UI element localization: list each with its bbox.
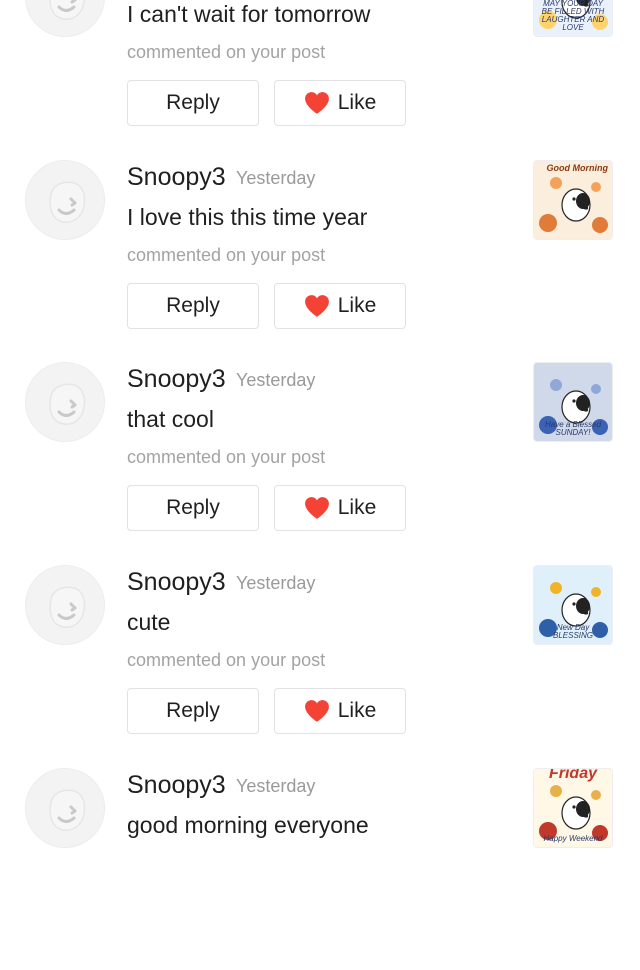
- post-thumbnail[interactable]: Have a Blessed SUNDAY!: [533, 362, 613, 443]
- thumbnail-caption: Happy Weekend: [543, 833, 603, 843]
- comment-text: that cool: [127, 406, 214, 433]
- comment-notification[interactable]: I can't wait for tomorrow commented on y…: [0, 0, 640, 160]
- comment-notification[interactable]: Snoopy3 Yesterday that cool commented on…: [0, 362, 640, 565]
- avatar[interactable]: [25, 565, 105, 646]
- heart-icon: [304, 294, 329, 317]
- comment-text: I can't wait for tomorrow: [127, 1, 371, 27]
- avatar[interactable]: [25, 0, 105, 37]
- like-button[interactable]: Like: [274, 282, 406, 329]
- comment-text: I love this this time year: [127, 203, 368, 230]
- notification-meta: commented on your post: [127, 244, 326, 265]
- heart-icon: [304, 92, 329, 114]
- heart-icon: [304, 497, 329, 520]
- post-thumbnail[interactable]: Good Morning: [533, 159, 613, 240]
- comment-text: cute: [127, 609, 171, 636]
- timestamp: Yesterday: [236, 775, 316, 796]
- reply-button[interactable]: Reply: [127, 80, 259, 126]
- reply-button[interactable]: Reply: [127, 485, 259, 532]
- notification-meta: commented on your post: [127, 447, 326, 468]
- avatar[interactable]: [25, 767, 105, 848]
- like-button[interactable]: Like: [274, 80, 406, 126]
- reply-label: Reply: [166, 91, 220, 114]
- notification-feed: I can't wait for tomorrow commented on y…: [0, 0, 640, 970]
- thumbnail-title: Friday: [548, 767, 597, 782]
- avatar[interactable]: [25, 159, 105, 240]
- post-thumbnail[interactable]: New Day BLESSING: [533, 565, 613, 646]
- reply-button[interactable]: Reply: [127, 282, 259, 329]
- comment-text: good morning everyone: [127, 811, 369, 838]
- like-label: Like: [337, 699, 377, 723]
- notification-meta: commented on your post: [127, 650, 326, 671]
- timestamp: Yesterday: [236, 167, 316, 188]
- timestamp: Yesterday: [236, 573, 316, 594]
- thumbnail-caption: New Day BLESSING: [552, 623, 593, 641]
- post-thumbnail[interactable]: MAY YOUR DAY BE FILLED WITH LAUGHTER AND…: [533, 0, 613, 37]
- post-thumbnail[interactable]: Friday Happy Weekend: [533, 767, 613, 848]
- notification-meta: commented on your post: [127, 42, 326, 62]
- like-label: Like: [337, 293, 377, 317]
- comment-notification[interactable]: Snoopy3 Yesterday cute commented on your…: [0, 565, 640, 768]
- thumbnail-caption: Have a Blessed SUNDAY!: [544, 420, 602, 438]
- thumbnail-title: Good Morning: [546, 162, 608, 173]
- timestamp: Yesterday: [236, 370, 316, 391]
- username[interactable]: Snoopy3: [127, 568, 226, 597]
- username[interactable]: Snoopy3: [127, 771, 226, 800]
- like-label: Like: [337, 91, 377, 114]
- like-button[interactable]: Like: [274, 485, 406, 532]
- reply-label: Reply: [166, 496, 220, 520]
- like-label: Like: [337, 496, 377, 520]
- username[interactable]: Snoopy3: [127, 163, 226, 192]
- thumbnail-caption: MAY YOUR DAY BE FILLED WITH LAUGHTER AND…: [541, 0, 605, 32]
- comment-notification[interactable]: Snoopy3 Yesterday I love this this time …: [0, 159, 640, 363]
- username[interactable]: Snoopy3: [127, 365, 226, 394]
- reply-button[interactable]: Reply: [127, 688, 259, 735]
- heart-icon: [304, 700, 329, 722]
- reply-label: Reply: [166, 699, 220, 723]
- avatar[interactable]: [25, 362, 105, 443]
- like-button[interactable]: Like: [274, 688, 406, 735]
- reply-label: Reply: [166, 293, 220, 317]
- comment-notification[interactable]: Snoopy3 Yesterday good morning everyone: [0, 767, 640, 970]
